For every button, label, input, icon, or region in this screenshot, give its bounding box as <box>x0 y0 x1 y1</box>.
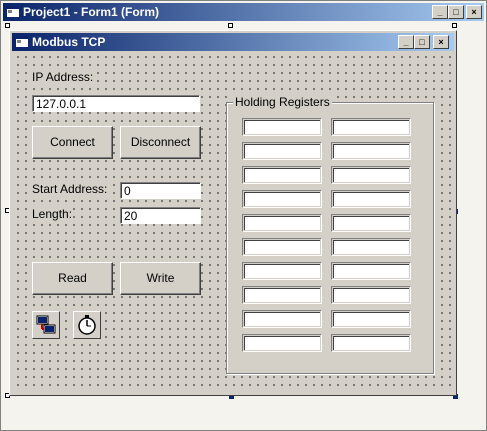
winsock-control-icon[interactable] <box>32 311 60 339</box>
ip-address-label: IP Address: <box>32 70 94 84</box>
register-field[interactable] <box>331 166 411 184</box>
modbus-form-window[interactable]: Modbus TCP _ □ × IP Address: 127.0.0.1 C… <box>9 30 457 396</box>
register-field[interactable] <box>242 286 322 304</box>
ip-address-field[interactable]: 127.0.0.1 <box>32 95 200 112</box>
holding-registers-frame: Holding Registers <box>226 95 434 374</box>
register-field[interactable] <box>331 334 411 352</box>
form-close-button[interactable]: × <box>433 35 449 49</box>
register-field[interactable] <box>242 166 322 184</box>
length-label: Length: <box>32 207 73 221</box>
register-field[interactable] <box>242 214 322 232</box>
write-button[interactable]: Write <box>120 262 201 295</box>
timer-control-icon[interactable] <box>73 311 101 339</box>
register-field[interactable] <box>331 262 411 280</box>
read-button[interactable]: Read <box>32 262 113 295</box>
ide-window-title: Project1 - Form1 (Form) <box>23 5 160 19</box>
register-field[interactable] <box>331 118 411 136</box>
register-field[interactable] <box>242 262 322 280</box>
form-icon <box>7 6 19 17</box>
selection-handle-top-middle[interactable] <box>228 23 233 28</box>
ide-minimize-button[interactable]: _ <box>432 5 448 19</box>
register-field[interactable] <box>242 334 322 352</box>
register-field[interactable] <box>242 190 322 208</box>
ide-titlebar[interactable]: Project1 - Form1 (Form) _ □ × <box>3 3 484 21</box>
register-field[interactable] <box>331 238 411 256</box>
register-field[interactable] <box>331 190 411 208</box>
register-field[interactable] <box>331 310 411 328</box>
start-address-field[interactable]: 0 <box>120 182 201 199</box>
form-icon <box>16 36 28 47</box>
register-field[interactable] <box>242 118 322 136</box>
ide-maximize-button[interactable]: □ <box>448 5 464 19</box>
connect-button[interactable]: Connect <box>32 126 113 159</box>
form-client-area: IP Address: 127.0.0.1 Connect Disconnect… <box>12 51 452 391</box>
register-field[interactable] <box>242 238 322 256</box>
register-field[interactable] <box>331 142 411 160</box>
holding-registers-label: Holding Registers <box>233 95 332 109</box>
form-titlebar[interactable]: Modbus TCP _ □ × <box>12 33 454 51</box>
ide-form-designer-window: Project1 - Form1 (Form) _ □ × Modbus TCP… <box>0 0 487 431</box>
ide-close-button[interactable]: × <box>466 5 482 19</box>
start-address-label: Start Address: <box>32 182 108 196</box>
selection-handle-top-right[interactable] <box>452 23 457 28</box>
length-field[interactable]: 20 <box>120 207 201 224</box>
register-field[interactable] <box>331 214 411 232</box>
selection-handle-top-left[interactable] <box>5 23 10 28</box>
register-field[interactable] <box>242 142 322 160</box>
register-field[interactable] <box>242 310 322 328</box>
form-minimize-button[interactable]: _ <box>398 35 414 49</box>
form-maximize-button[interactable]: □ <box>414 35 430 49</box>
disconnect-button[interactable]: Disconnect <box>120 126 201 159</box>
form-title: Modbus TCP <box>32 35 106 49</box>
register-field[interactable] <box>331 286 411 304</box>
